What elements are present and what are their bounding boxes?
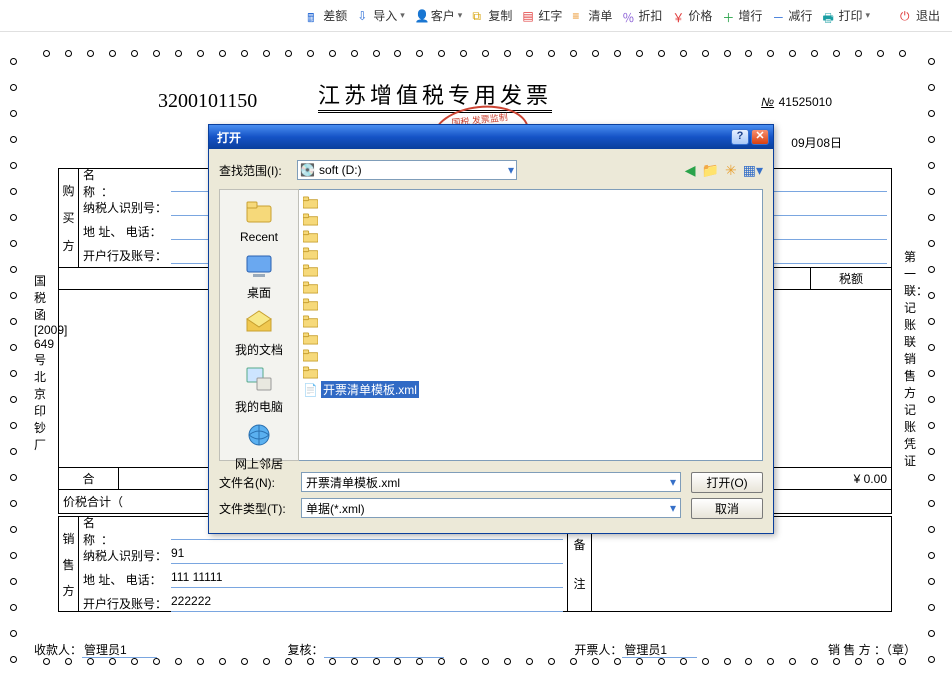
- tool-delrow[interactable]: －减行: [770, 7, 814, 24]
- nav-back-icon[interactable]: ◀: [685, 162, 696, 179]
- buyer-bank-label: 开户行及账号：: [83, 247, 167, 264]
- side-text-left: 国税函 [2009] 649 号北京印钞厂: [34, 272, 48, 453]
- tool-addrow[interactable]: ＋增行: [720, 7, 764, 24]
- seller-seal-label: 销 售 方 ：（章）: [828, 641, 916, 658]
- folder-item[interactable]: [303, 347, 758, 364]
- buyer-name-label: 名 称：: [83, 166, 167, 200]
- place-recent[interactable]: Recent: [240, 196, 278, 244]
- place-desktop[interactable]: 桌面: [243, 250, 275, 301]
- issuer-name: 管理员1: [622, 643, 697, 658]
- tool-diff[interactable]: 🖩差额: [305, 7, 349, 24]
- open-button[interactable]: 打开(O): [691, 472, 763, 493]
- place-mycomputer[interactable]: 我的电脑: [235, 364, 283, 415]
- folder-item[interactable]: [303, 330, 758, 347]
- tool-exit[interactable]: ⏻退出: [898, 7, 942, 24]
- tool-copy[interactable]: ⧉复制: [470, 7, 514, 24]
- xml-file-icon: 📄: [303, 383, 318, 397]
- lookin-combo[interactable]: 💽 soft (D:) ▾: [297, 160, 517, 180]
- folder-item[interactable]: [303, 211, 758, 228]
- filename-combo[interactable]: 开票清单模板.xml▾: [301, 472, 681, 492]
- seller-taxid-input[interactable]: 91: [171, 546, 563, 564]
- folder-item[interactable]: [303, 364, 758, 381]
- invoice-serial-left: 3200101150: [158, 90, 257, 113]
- folder-item[interactable]: [303, 296, 758, 313]
- perforation-top: [36, 50, 914, 62]
- tool-list[interactable]: ≡清单: [570, 7, 614, 24]
- filename-label: 文件名(N):: [219, 474, 291, 491]
- tool-discount[interactable]: ％折扣: [620, 7, 664, 24]
- perforation-right: [928, 48, 940, 672]
- seller-bank-input[interactable]: 222222: [171, 594, 563, 612]
- folder-item[interactable]: [303, 228, 758, 245]
- col-tax: 税额: [811, 268, 891, 290]
- nav-views-icon[interactable]: ▦▾: [743, 162, 763, 179]
- folder-item[interactable]: [303, 194, 758, 211]
- filetype-combo[interactable]: 单据(*.xml)▾: [301, 498, 681, 518]
- top-toolbar: 🖩差额 ⇩导入▾ 👤客户▾ ⧉复制 ▤红字 ≡清单 ％折扣 ￥价格 ＋增行 －减…: [0, 0, 952, 32]
- tool-customer[interactable]: 👤客户▾: [413, 7, 465, 24]
- dialog-close-button[interactable]: ✕: [751, 129, 769, 145]
- place-network[interactable]: 网上邻居: [235, 421, 283, 472]
- tool-red[interactable]: ▤红字: [520, 7, 564, 24]
- file-listing[interactable]: 📄 开票清单模板.xml: [299, 189, 763, 461]
- place-mydocs[interactable]: 我的文档: [235, 307, 283, 358]
- lookin-label: 查找范围(I):: [219, 162, 291, 179]
- nav-newfolder-icon[interactable]: ✳: [725, 162, 737, 179]
- side-text-right: 第一联：记账联 销售方记账凭证: [904, 248, 918, 469]
- collector-name: 管理员1: [82, 643, 157, 658]
- invoice-date: 09月08日: [791, 134, 842, 151]
- cancel-button[interactable]: 取消: [691, 498, 763, 519]
- folder-item[interactable]: [303, 245, 758, 262]
- open-file-dialog: 打开 ? ✕ 查找范围(I): 💽 soft (D:) ▾ ◀ 📁 ✳ ▦▾ R…: [208, 124, 774, 534]
- places-bar: Recent 桌面 我的文档 我的电脑 网上邻居: [219, 189, 299, 461]
- dialog-titlebar[interactable]: 打开 ? ✕: [209, 125, 773, 149]
- folder-item[interactable]: [303, 262, 758, 279]
- buyer-addr-label: 地 址、 电话：: [83, 223, 167, 240]
- invoice-serial-right: № 41525010: [761, 90, 832, 111]
- buyer-taxid-label: 纳税人识别号：: [83, 199, 167, 216]
- folder-item[interactable]: [303, 313, 758, 330]
- reviewer-name: [324, 643, 444, 658]
- tool-price[interactable]: ￥价格: [670, 7, 714, 24]
- tool-import[interactable]: ⇩导入▾: [355, 7, 407, 24]
- nav-up-icon[interactable]: 📁: [702, 162, 719, 179]
- dialog-help-button[interactable]: ?: [731, 129, 749, 145]
- dialog-title: 打开: [213, 129, 731, 146]
- invoice-title: 江苏增值税专用发票: [318, 78, 552, 113]
- drive-icon: 💽: [300, 163, 315, 177]
- seller-addr-input[interactable]: 111 11111: [171, 570, 563, 588]
- perforation-bottom: [36, 658, 914, 670]
- file-item-selected[interactable]: 📄 开票清单模板.xml: [303, 381, 758, 398]
- tax-total: ¥ 0.00: [801, 468, 891, 489]
- tool-print[interactable]: 🖶打印▾: [820, 7, 872, 24]
- invoice-footer: 收款人：管理员1 复核： 开票人：管理员1 销 售 方 ：（章）: [34, 641, 916, 658]
- filetype-label: 文件类型(T):: [219, 500, 291, 517]
- folder-item[interactable]: [303, 279, 758, 296]
- perforation-left: [10, 48, 22, 672]
